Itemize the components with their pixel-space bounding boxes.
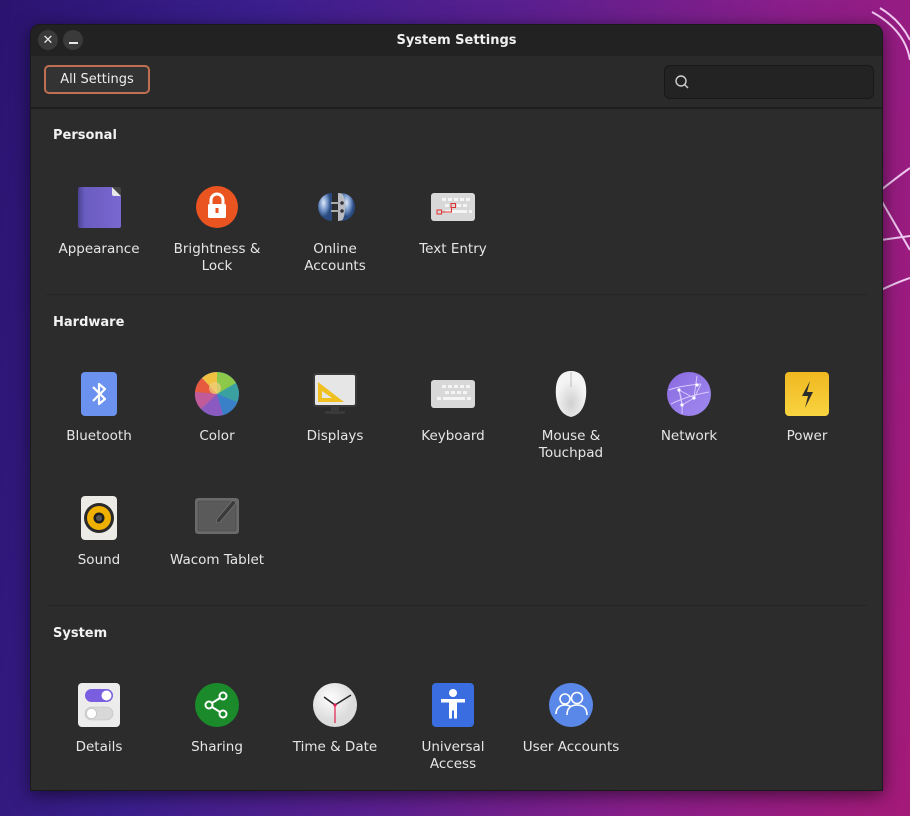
settings-item-label: Sound bbox=[77, 552, 121, 568]
settings-item-label: Brightness & Lock bbox=[173, 241, 261, 274]
bluetooth-icon bbox=[81, 372, 117, 416]
settings-item-color[interactable]: Color bbox=[162, 370, 272, 445]
settings-item-label: Wacom Tablet bbox=[169, 552, 265, 568]
settings-item-label: Time & Date bbox=[292, 739, 378, 755]
sound-icon bbox=[81, 496, 117, 540]
settings-item-label: Displays bbox=[306, 428, 364, 444]
settings-item-label: Appearance bbox=[58, 241, 140, 257]
settings-item-label: Power bbox=[786, 428, 828, 444]
settings-item-network[interactable]: Network bbox=[634, 370, 744, 445]
settings-item-mouse-touchpad[interactable]: Mouse & Touchpad bbox=[516, 370, 626, 462]
settings-item-label: Color bbox=[199, 428, 235, 444]
settings-item-displays[interactable]: Displays bbox=[280, 370, 390, 445]
power-icon bbox=[785, 372, 829, 416]
mouse-icon bbox=[555, 371, 587, 417]
settings-item-power[interactable]: Power bbox=[752, 370, 862, 445]
section-title-hardware: Hardware bbox=[53, 315, 125, 330]
window-title: System Settings bbox=[396, 33, 517, 48]
settings-item-label: Bluetooth bbox=[66, 428, 132, 444]
sharing-icon bbox=[195, 683, 239, 727]
settings-item-brightness-lock[interactable]: Brightness & Lock bbox=[162, 183, 272, 275]
section-divider bbox=[46, 605, 867, 606]
settings-item-sharing[interactable]: Sharing bbox=[162, 681, 272, 756]
details-icon bbox=[78, 683, 120, 727]
appearance-icon bbox=[78, 187, 121, 228]
keyboard-icon bbox=[431, 380, 475, 408]
text-entry-icon bbox=[431, 193, 475, 221]
close-icon: ✕ bbox=[42, 32, 54, 48]
settings-item-label: Mouse & Touchpad bbox=[538, 428, 604, 461]
settings-item-label: Keyboard bbox=[421, 428, 485, 444]
universal-access-icon bbox=[432, 683, 474, 727]
search-field[interactable] bbox=[664, 65, 874, 99]
all-settings-button[interactable]: All Settings bbox=[44, 65, 150, 94]
displays-icon bbox=[313, 373, 357, 414]
brightness-lock-icon bbox=[196, 186, 238, 228]
titlebar: ✕ System Settings bbox=[31, 25, 882, 56]
close-button[interactable]: ✕ bbox=[38, 30, 58, 50]
search-input[interactable] bbox=[697, 70, 869, 96]
settings-item-time-date[interactable]: Time & Date bbox=[280, 681, 390, 756]
settings-content: Personal Appearance Brightness & Lock On… bbox=[31, 109, 882, 790]
wacom-tablet-icon bbox=[195, 498, 239, 534]
settings-item-label: Text Entry bbox=[419, 241, 487, 257]
settings-item-label: Universal Access bbox=[421, 739, 485, 772]
minimize-button[interactable] bbox=[63, 30, 83, 50]
settings-item-bluetooth[interactable]: Bluetooth bbox=[44, 370, 154, 445]
settings-item-label: Network bbox=[660, 428, 718, 444]
settings-item-online-accounts[interactable]: Online Accounts bbox=[280, 183, 390, 275]
section-title-system: System bbox=[53, 626, 108, 641]
user-accounts-icon bbox=[549, 683, 593, 727]
section-divider bbox=[46, 294, 867, 295]
settings-item-keyboard[interactable]: Keyboard bbox=[398, 370, 508, 445]
settings-item-label: Sharing bbox=[191, 739, 243, 755]
toolbar: All Settings bbox=[31, 56, 882, 109]
settings-item-details[interactable]: Details bbox=[44, 681, 154, 756]
settings-item-label: Details bbox=[75, 739, 123, 755]
settings-item-sound[interactable]: Sound bbox=[44, 494, 154, 569]
settings-item-user-accounts[interactable]: User Accounts bbox=[516, 681, 626, 756]
settings-item-universal-access[interactable]: Universal Access bbox=[398, 681, 508, 773]
section-title-personal: Personal bbox=[53, 128, 117, 143]
minimize-icon bbox=[68, 41, 78, 44]
settings-item-label: User Accounts bbox=[522, 739, 620, 755]
search-icon bbox=[675, 75, 689, 89]
network-icon bbox=[667, 372, 711, 416]
settings-item-appearance[interactable]: Appearance bbox=[44, 183, 154, 258]
online-accounts-icon bbox=[318, 193, 355, 221]
clock-icon bbox=[313, 683, 357, 727]
color-icon bbox=[194, 372, 239, 416]
settings-item-wacom-tablet[interactable]: Wacom Tablet bbox=[162, 494, 272, 569]
settings-item-label: Online Accounts bbox=[304, 241, 366, 274]
system-settings-window: ✕ System Settings All Settings Personal bbox=[30, 24, 883, 791]
settings-item-text-entry[interactable]: Text Entry bbox=[398, 183, 508, 258]
